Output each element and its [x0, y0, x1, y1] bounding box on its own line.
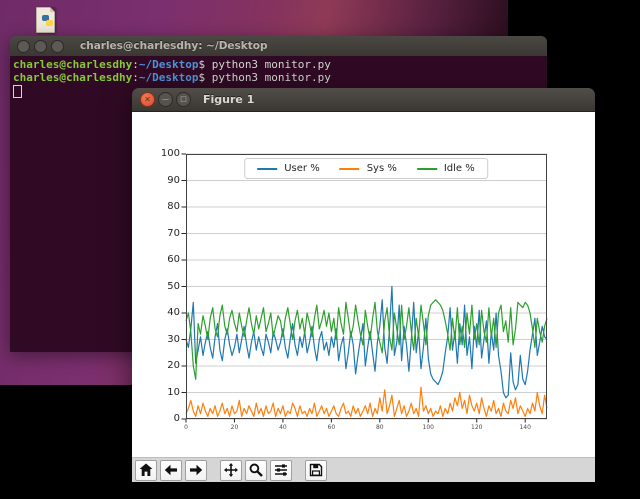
y-tick-label: 90: [167, 174, 180, 186]
command-text: python3 monitor.py: [205, 71, 331, 84]
figure-maximize-icon[interactable]: □: [176, 92, 191, 107]
legend-label: Sys %: [366, 163, 397, 174]
figure-canvas[interactable]: 0 10 20 30 40 50 60 70 80 90 100 0 20 40 60 80 100 120 14…: [132, 112, 595, 457]
chart-legend: User % Sys % Idle %: [244, 158, 488, 179]
magnifier-icon: [249, 463, 263, 477]
y-tick-label: 100: [160, 148, 180, 159]
home-button[interactable]: [135, 459, 157, 481]
legend-label: User %: [284, 163, 320, 174]
save-button[interactable]: [305, 459, 327, 481]
figure-window: ✕ — □ Figure 1 0 10 20 30 40 50 60 70 80 90 100 0 2…: [132, 88, 595, 482]
back-button[interactable]: [160, 459, 182, 481]
terminal-titlebar[interactable]: charles@charlesdhy: ~/Desktop: [10, 36, 547, 56]
legend-item: Idle %: [416, 163, 475, 174]
legend-item: User %: [257, 163, 320, 174]
prompt-path: ~/Desktop: [138, 58, 199, 71]
pan-move-icon: [224, 463, 238, 477]
sliders-icon: [275, 464, 287, 476]
legend-line-swatch: [416, 167, 437, 170]
command-text: python3 monitor.py: [205, 58, 331, 71]
zoom-button[interactable]: [245, 459, 267, 481]
home-icon: [139, 463, 153, 476]
y-tick-label: 20: [167, 360, 180, 371]
terminal-cursor: [13, 85, 22, 98]
user-series-line: [185, 285, 548, 399]
x-tick-label: 140: [519, 424, 531, 431]
terminal-prompt-line: charles@charlesdhy:~/Desktop$ python3 mo…: [13, 71, 547, 84]
x-tick-label: 120: [471, 424, 483, 431]
python-logo-icon: [42, 15, 53, 26]
x-tick-label: 60: [327, 424, 336, 431]
figure-title: Figure 1: [203, 93, 255, 106]
line-chart[interactable]: [181, 153, 548, 423]
y-tick-label: 80: [167, 201, 180, 212]
terminal-prompt-line: charles@charlesdhy:~/Desktop$ python3 mo…: [13, 58, 547, 71]
terminal-title: charles@charlesdhy: ~/Desktop: [80, 40, 268, 52]
y-tick-label: 70: [167, 227, 180, 239]
prompt-separator: :: [132, 58, 139, 71]
y-tick-label: 0: [173, 413, 180, 424]
forward-button[interactable]: [185, 459, 207, 481]
prompt-user: charles@charlesdhy: [13, 71, 133, 84]
page-fold: [50, 7, 55, 12]
terminal-maximize-icon[interactable]: [51, 39, 64, 53]
sys-series-line: [185, 386, 548, 417]
figure-titlebar[interactable]: ✕ — □ Figure 1: [132, 88, 595, 112]
y-tick-label: 40: [167, 307, 180, 318]
terminal-close-icon[interactable]: [17, 39, 30, 53]
file-page-shape: [36, 7, 55, 33]
pan-button[interactable]: [220, 459, 242, 481]
figure-close-icon[interactable]: ✕: [140, 92, 155, 107]
legend-label: Idle %: [443, 163, 475, 174]
legend-line-swatch: [339, 167, 360, 170]
back-arrow-icon: [164, 464, 177, 476]
prompt-user: charles@charlesdhy: [13, 58, 133, 71]
y-tick-label: 60: [167, 254, 180, 265]
legend-item: Sys %: [339, 163, 397, 174]
save-floppy-icon: [309, 463, 323, 477]
matplotlib-toolbar: [132, 457, 595, 482]
terminal-minimize-icon[interactable]: [34, 39, 47, 53]
configure-subplots-button[interactable]: [270, 459, 292, 481]
y-tick-label: 10: [167, 386, 180, 398]
y-tick-label: 30: [167, 333, 180, 345]
y-tick-label: 50: [167, 280, 180, 292]
x-tick-label: 80: [375, 424, 384, 431]
x-tick-label: 20: [230, 424, 239, 431]
x-tick-label: 100: [422, 424, 434, 431]
python-file-icon[interactable]: [34, 7, 56, 34]
legend-line-swatch: [257, 167, 278, 170]
forward-arrow-icon: [190, 464, 203, 476]
prompt-separator: :: [132, 71, 139, 84]
x-tick-label: 40: [279, 424, 287, 431]
figure-minimize-icon[interactable]: —: [158, 92, 173, 107]
prompt-path: ~/Desktop: [138, 71, 199, 84]
x-tick-label: 0: [184, 424, 188, 431]
desktop-screen: n charles@charlesdhy: ~/Desktop charles@…: [0, 0, 640, 499]
